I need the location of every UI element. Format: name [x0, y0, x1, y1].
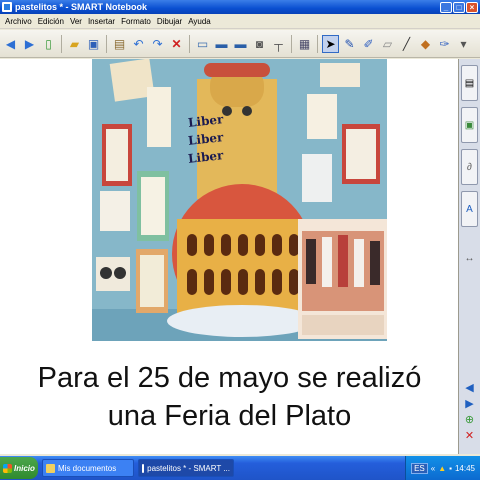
- page-caption[interactable]: Para el 25 de mayo se realizó una Feria …: [0, 359, 459, 435]
- forward-icon[interactable]: ▶: [21, 35, 38, 53]
- add-page-side-icon[interactable]: ⊕: [459, 412, 480, 428]
- caption-line-1: Para el 25 de mayo se realizó: [37, 362, 422, 394]
- windows-logo-icon: [3, 463, 12, 473]
- menu-ver[interactable]: Ver: [67, 17, 85, 26]
- start-label: Inicio: [14, 463, 35, 473]
- gallery-icon[interactable]: ▣: [461, 107, 478, 143]
- redo-icon[interactable]: ↷: [149, 35, 166, 53]
- clock: 14:45: [454, 463, 475, 473]
- taskbar: Inicio Mis documentos pastelitos * - SMA…: [0, 456, 480, 480]
- open-icon[interactable]: ▰: [66, 35, 83, 53]
- creative-pen-icon[interactable]: ✐: [360, 35, 377, 53]
- dual-page-icon[interactable]: ▬: [232, 35, 249, 53]
- delete-icon[interactable]: ✕: [168, 35, 185, 53]
- tray-expand-icon[interactable]: «: [431, 464, 435, 473]
- folder-icon: [46, 463, 55, 473]
- properties-icon[interactable]: ▾: [455, 35, 472, 53]
- menu-formato[interactable]: Formato: [118, 17, 154, 26]
- language-indicator[interactable]: ES: [411, 462, 428, 474]
- page-nav: ◀ ▶ ⊕ ✕: [459, 380, 480, 444]
- caption-line-2: una Feria del Plato: [107, 400, 352, 432]
- menu-dibujar[interactable]: Dibujar: [154, 17, 185, 26]
- notebook-page[interactable]: Liber Liber Liber Para el 25 de mayo se …: [0, 59, 459, 454]
- toolbar: ◀ ▶ ▯ ▰ ▣ ▤ ↶ ↷ ✕ ▭ ▬ ▬ ◙ ┬ ▦ ➤ ✎ ✐ ▱ ╱ …: [0, 30, 480, 58]
- title-bar: pastelitos * - SMART Notebook _ □ ×: [0, 0, 480, 14]
- page-sorter-icon[interactable]: ▤: [461, 65, 478, 101]
- full-screen-icon[interactable]: ▬: [213, 35, 230, 53]
- paste-icon[interactable]: ▤: [111, 35, 128, 53]
- screen-shade-icon[interactable]: ▭: [194, 35, 211, 53]
- undo-icon[interactable]: ↶: [130, 35, 147, 53]
- bulletin-board-photo[interactable]: Liber Liber Liber: [92, 59, 387, 341]
- task-label: pastelitos * - SMART ...: [147, 463, 230, 473]
- task-pastelitos[interactable]: pastelitos * - SMART ...: [138, 459, 234, 477]
- line-icon[interactable]: ╱: [398, 35, 415, 53]
- warning-icon[interactable]: ▲: [438, 464, 446, 473]
- system-tray: ES « ▲ ▪ 14:45: [405, 456, 480, 480]
- menu-ayuda[interactable]: Ayuda: [185, 17, 214, 26]
- photo-drawing: [92, 59, 387, 341]
- resize-handle-icon[interactable]: ↔: [465, 253, 475, 264]
- attachments-icon[interactable]: ∂: [461, 149, 478, 185]
- task-label: Mis documentos: [58, 463, 117, 473]
- save-icon[interactable]: ▣: [85, 35, 102, 53]
- menu-insertar[interactable]: Insertar: [85, 17, 118, 26]
- start-button[interactable]: Inicio: [0, 457, 38, 479]
- table-icon[interactable]: ▦: [296, 35, 313, 53]
- minimize-button[interactable]: _: [440, 1, 452, 13]
- pen-icon[interactable]: ✎: [341, 35, 358, 53]
- properties-icon[interactable]: A: [461, 191, 478, 227]
- delete-page-icon[interactable]: ✕: [459, 428, 480, 444]
- next-page-icon[interactable]: ▶: [459, 396, 480, 412]
- menu-bar: Archivo Edición Ver Insertar Formato Dib…: [0, 14, 480, 29]
- previous-page-icon[interactable]: ◀: [459, 380, 480, 396]
- window-title: pastelitos * - SMART Notebook: [15, 2, 148, 12]
- select-icon[interactable]: ➤: [322, 34, 339, 53]
- screen-capture-icon[interactable]: ◙: [251, 35, 268, 53]
- network-icon[interactable]: ▪: [449, 464, 452, 473]
- fill-icon[interactable]: ✑: [436, 35, 453, 53]
- eraser-icon[interactable]: ▱: [379, 35, 396, 53]
- menu-archivo[interactable]: Archivo: [2, 17, 35, 26]
- smart-notebook-task-icon: [142, 463, 145, 473]
- add-page-icon[interactable]: ▯: [40, 35, 57, 53]
- shapes-icon[interactable]: ◆: [417, 35, 434, 53]
- smart-notebook-icon: [2, 2, 12, 12]
- menu-edicion[interactable]: Edición: [35, 17, 67, 26]
- document-camera-icon[interactable]: ┬: [270, 35, 287, 53]
- close-button[interactable]: ×: [466, 1, 478, 13]
- task-mis-documentos[interactable]: Mis documentos: [42, 459, 134, 477]
- back-icon[interactable]: ◀: [2, 35, 19, 53]
- maximize-button[interactable]: □: [453, 1, 465, 13]
